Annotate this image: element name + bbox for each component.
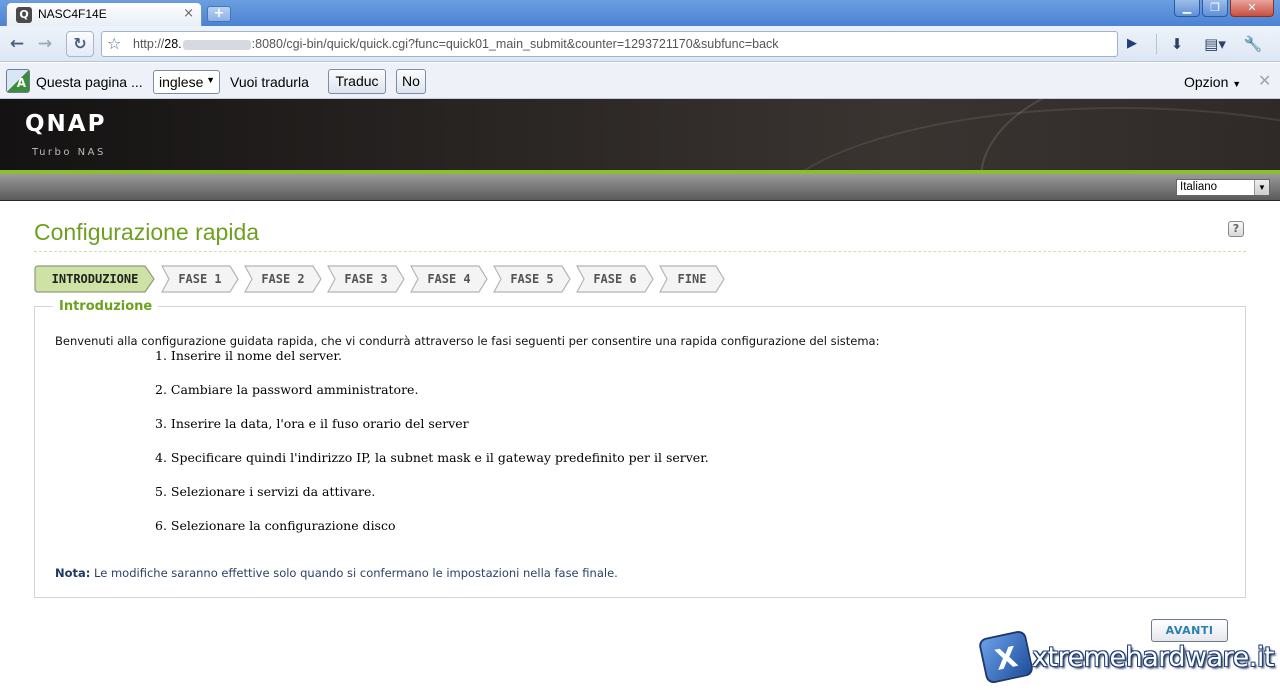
qnap-logo: QNAP bbox=[25, 111, 107, 137]
watermark-logo: X xtremehardware.it bbox=[977, 629, 1274, 686]
address-bar[interactable]: ☆ http://28.:8080/cgi-bin/quick/quick.cg… bbox=[101, 31, 1118, 57]
language-select[interactable]: Italiano ▼ bbox=[1176, 179, 1270, 196]
browser-toolbar: ← → ↻ ☆ http://28.:8080/cgi-bin/quick/qu… bbox=[0, 26, 1280, 75]
chevron-down-icon: ▼ bbox=[1254, 180, 1269, 195]
title-divider bbox=[34, 251, 1246, 252]
watermark-text: xtremehardware.it bbox=[1032, 642, 1274, 673]
step-list: 1. Inserire il nome del server. 2. Cambi… bbox=[155, 348, 709, 552]
list-item: 2. Cambiare la password amministratore. bbox=[155, 382, 419, 397]
forward-arrow-icon[interactable]: → bbox=[34, 33, 56, 55]
list-item: 5. Selezionare i servizi da attivare. bbox=[155, 484, 376, 499]
list-item: 4. Specificare quindi l'indirizzo IP, la… bbox=[155, 450, 709, 465]
window-controls: ▁ ❐ ✕ bbox=[1174, 0, 1274, 17]
x-logo-icon: X bbox=[977, 629, 1035, 685]
download-manager-icon[interactable]: ⬇ bbox=[1164, 33, 1190, 55]
translate-button[interactable]: Traduc bbox=[328, 69, 386, 94]
step-fase-4[interactable]: FASE 4 bbox=[409, 265, 489, 293]
intro-panel: Introduzione Benvenuti alla configurazio… bbox=[34, 299, 1246, 598]
step-fase-3[interactable]: FASE 3 bbox=[326, 265, 406, 293]
translate-infobar: A Questa pagina ... inglese ▼ Vuoi tradur… bbox=[0, 63, 1280, 99]
back-arrow-icon[interactable]: ← bbox=[6, 33, 28, 55]
reload-icon[interactable]: ↻ bbox=[66, 31, 94, 57]
bookmark-star-icon[interactable]: ☆ bbox=[107, 34, 121, 53]
step-introduzione[interactable]: INTRODUZIONE bbox=[34, 265, 156, 293]
translate-icon: A bbox=[6, 69, 30, 93]
translate-message: Questa pagina ... bbox=[36, 74, 143, 90]
browser-titlebar: Q NASC4F14E × + ▁ ❐ ✕ bbox=[0, 0, 1280, 26]
browser-tab[interactable]: Q NASC4F14E × bbox=[6, 2, 202, 26]
page-menu-icon[interactable]: ▤▾ bbox=[1202, 33, 1228, 55]
translate-options-menu[interactable]: Opzion ▼ bbox=[1184, 74, 1241, 90]
page-title: Configurazione rapida bbox=[34, 219, 260, 245]
note-text: Nota: Le modifiche saranno effettive sol… bbox=[55, 566, 618, 580]
infobar-close-icon[interactable]: ✕ bbox=[1258, 71, 1271, 90]
go-play-icon[interactable]: ▶ bbox=[1122, 34, 1142, 54]
qnap-favicon-icon: Q bbox=[16, 7, 32, 23]
translate-language-select[interactable]: inglese ▼ bbox=[153, 70, 220, 94]
list-item: 1. Inserire il nome del server. bbox=[155, 348, 342, 363]
step-fase-1[interactable]: FASE 1 bbox=[160, 265, 240, 293]
list-item: 6. Selezionare la configurazione disco bbox=[155, 518, 396, 533]
wrench-menu-icon[interactable]: 🔧▾ bbox=[1240, 33, 1266, 75]
panel-legend: Introduzione bbox=[53, 299, 159, 314]
url-text[interactable]: http://28.:8080/cgi-bin/quick/quick.cgi?… bbox=[133, 37, 779, 51]
step-fase-5[interactable]: FASE 5 bbox=[492, 265, 572, 293]
note-label: Nota: bbox=[55, 566, 91, 580]
step-fase-6[interactable]: FASE 6 bbox=[575, 265, 655, 293]
no-translate-button[interactable]: No bbox=[396, 69, 426, 94]
close-window-button[interactable]: ✕ bbox=[1230, 0, 1274, 17]
intro-text: Benvenuti alla configurazione guidata ra… bbox=[55, 334, 880, 348]
tab-title: NASC4F14E bbox=[38, 7, 107, 21]
help-icon[interactable]: ? bbox=[1228, 221, 1244, 237]
restore-button[interactable]: ❐ bbox=[1202, 0, 1228, 17]
step-fine[interactable]: FINE bbox=[658, 265, 726, 293]
tab-close-icon[interactable]: × bbox=[183, 6, 194, 21]
chevron-down-icon: ▼ bbox=[206, 75, 215, 85]
language-bar: Italiano ▼ bbox=[0, 174, 1280, 201]
qnap-header: QNAP Turbo NAS bbox=[0, 99, 1280, 170]
new-tab-button[interactable]: + bbox=[207, 6, 231, 22]
translate-question: Vuoi tradurla bbox=[230, 74, 309, 90]
minimize-button[interactable]: ▁ bbox=[1174, 0, 1200, 17]
list-item: 3. Inserire la data, l'ora e il fuso ora… bbox=[155, 416, 469, 431]
step-fase-2[interactable]: FASE 2 bbox=[243, 265, 323, 293]
turbo-nas-subtitle: Turbo NAS bbox=[32, 147, 106, 158]
